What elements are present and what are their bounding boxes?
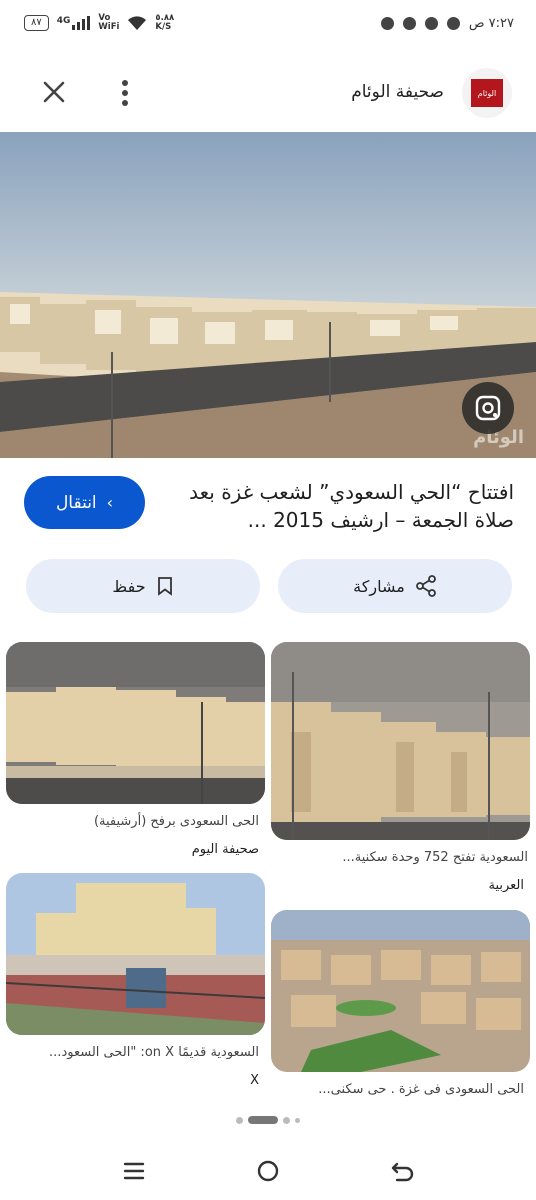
snapchat-icon (446, 17, 460, 30)
related-thumbnail[interactable] (6, 642, 265, 804)
result-title: افتتاح “الحي السعودي” لشعب غزة بعد صلاة … (189, 480, 514, 532)
back-button[interactable] (388, 1156, 418, 1186)
close-icon (43, 81, 65, 103)
related-thumbnail[interactable] (6, 873, 265, 1035)
site-name[interactable]: صحيفة الوئام (351, 82, 444, 102)
battery-indicator: ٨٧ (24, 15, 49, 31)
bookmark-icon (157, 577, 172, 596)
share-icon (415, 575, 436, 597)
related-caption: السعودية قديمًا on X: "الحى السعود... (49, 1045, 259, 1060)
related-thumbnail[interactable] (271, 910, 530, 1072)
signal-icon (72, 16, 91, 30)
network-type: 4G (57, 16, 91, 30)
visit-button-label: انتقال (55, 492, 97, 513)
lens-icon (475, 395, 501, 421)
save-label: حفظ (112, 576, 146, 596)
pager-dots (0, 1116, 536, 1124)
related-image-card[interactable]: الحى السعودى فى غزة . حى سكنى... (271, 910, 530, 1102)
visit-button[interactable]: انتقال ‹ (24, 476, 145, 529)
main-image[interactable]: الوئام (0, 132, 536, 458)
related-image-card[interactable]: السعودية تفتح 752 وحدة سكنية... العربية (271, 642, 530, 902)
site-logo-mark: الوئام (471, 79, 503, 107)
related-thumbnail[interactable] (271, 642, 530, 840)
clock: ٧:٢٧ ص (468, 16, 514, 31)
system-nav-bar (0, 1148, 536, 1194)
related-image-card[interactable]: السعودية قديمًا on X: "الحى السعود... X (6, 873, 265, 1093)
related-source: صحيفة اليوم (191, 842, 259, 857)
pager-dot (236, 1116, 243, 1124)
pager-dot (283, 1116, 290, 1124)
pager-dot (295, 1117, 300, 1123)
chat-icon (402, 17, 416, 30)
home-button[interactable] (253, 1156, 283, 1186)
home-circle-icon (257, 1160, 279, 1182)
google-lens-button[interactable] (462, 382, 514, 434)
wifi-icon (128, 16, 147, 30)
network-speed: ٥.٨٨ K/S (155, 13, 175, 32)
site-logo[interactable]: الوئام (462, 68, 512, 118)
related-image-card[interactable]: الحى السعودى برفح (أرشيفية) صحيفة اليوم (6, 642, 265, 864)
related-caption: الحى السعودى برفح (أرشيفية) (93, 814, 259, 829)
back-icon (391, 1162, 414, 1182)
facebook-icon (424, 17, 438, 30)
viewer-header: صحيفة الوئام الوئام (0, 62, 536, 124)
recents-button[interactable] (119, 1156, 149, 1186)
menu-icon (123, 1162, 145, 1180)
housing-photo (0, 132, 536, 458)
related-source: X (250, 1073, 259, 1088)
related-source: العربية (488, 878, 524, 893)
save-button[interactable]: حفظ (26, 559, 260, 613)
related-caption: السعودية تفتح 752 وحدة سكنية... (342, 850, 528, 865)
close-button[interactable] (36, 74, 72, 110)
status-bar: ٨٧ 4G Vo WiFi ٥.٨٨ K/S ٧:٢٧ ص (0, 0, 536, 52)
volte-indicator: Vo WiFi (98, 13, 120, 32)
share-button[interactable]: مشاركة (278, 559, 512, 613)
related-caption: الحى السعودى فى غزة . حى سكنى... (318, 1082, 524, 1097)
android-icon (380, 17, 394, 30)
chevron-left-icon: ‹ (106, 493, 114, 512)
more-vert-icon (122, 80, 128, 86)
pager-dot-active (248, 1116, 278, 1124)
share-label: مشاركة (353, 576, 405, 596)
more-options-button[interactable] (110, 76, 140, 110)
